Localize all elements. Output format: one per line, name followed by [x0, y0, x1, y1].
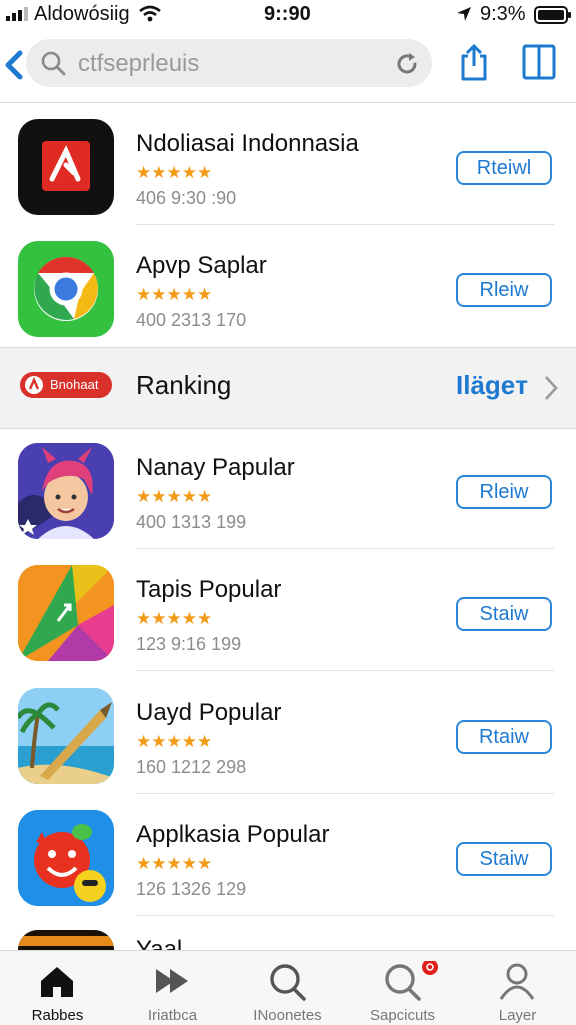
section-title: Ranking	[136, 370, 232, 400]
app-meta: 123 9:16 199	[136, 634, 242, 654]
tab-home[interactable]: Rabbes	[0, 951, 115, 1025]
clock-time: 9::90	[264, 3, 311, 25]
carrier-name: Aldowósiig	[34, 3, 130, 25]
book-icon[interactable]	[522, 44, 556, 80]
search-icon	[270, 964, 306, 1001]
rating-stars: ★★★★★	[136, 487, 213, 506]
avatar-app-icon[interactable]	[18, 443, 114, 539]
tab-updates[interactable]: Sapcicuts	[345, 951, 460, 1025]
app-meta: 400 2313 170	[136, 310, 247, 330]
pdf-app-icon[interactable]	[18, 119, 114, 215]
search-input[interactable]: ctfseprleuis	[78, 50, 199, 78]
get-button[interactable]: Rleiw	[456, 475, 552, 509]
tab-label: INoonetes	[253, 1007, 322, 1024]
search-badge-icon	[385, 961, 438, 1001]
battery-percent: 9:3%	[480, 3, 526, 25]
tab-bar: Rabbes Iriatbca INoonetes Sapcicuts Laye…	[0, 950, 576, 1025]
tab-search[interactable]: INoonetes	[230, 951, 345, 1025]
rating-stars: ★★★★★	[136, 285, 213, 304]
back-chevron-icon[interactable]	[4, 50, 24, 80]
wifi-icon	[139, 5, 161, 22]
ranking-badge: Bnohaat	[20, 372, 112, 398]
search-field[interactable]: ctfseprleuis	[26, 39, 432, 87]
app-row[interactable]: Uayd Popular ★★★★★ 160 1212 298 Rtaiw	[0, 672, 576, 794]
app-row[interactable]: Applkasia Popular ★★★★★ 126 1326 129 Sta…	[0, 794, 576, 916]
app-name: Apvp Saplar	[136, 252, 267, 279]
app-row-partial[interactable]: Yaal	[0, 916, 576, 950]
app-name: Applkasia Popular	[136, 821, 330, 848]
tab-label: Sapcicuts	[369, 1007, 436, 1024]
get-button[interactable]: Rtaiw	[456, 720, 552, 754]
chevron-right-icon	[545, 376, 558, 400]
chrome-app-icon[interactable]	[18, 241, 114, 337]
app-name: Ndoliasai Indonnasia	[136, 130, 359, 157]
app-meta: 126 1326 129	[136, 879, 247, 899]
location-arrow-icon	[457, 7, 471, 21]
reload-icon[interactable]	[394, 51, 420, 77]
emoji-app-icon[interactable]	[18, 810, 114, 906]
person-icon	[499, 963, 535, 1000]
status-bar: Aldowósiig 9::90 9:3%	[0, 0, 576, 30]
get-button[interactable]: Staiw	[456, 597, 552, 631]
app-name: Nanay Papular	[136, 454, 295, 481]
triangle-app-icon[interactable]	[18, 565, 114, 661]
badge-logo-icon	[25, 376, 43, 394]
share-icon[interactable]	[458, 44, 490, 82]
play-icon	[156, 969, 188, 993]
get-button[interactable]: Rleiw	[456, 273, 552, 307]
get-button[interactable]: Staiw	[456, 842, 552, 876]
tab-label: Rabbes	[31, 1007, 84, 1024]
app-meta: 400 1313 199	[136, 512, 247, 532]
ranking-section-header[interactable]: Bnohaat Ranking Ilägeт	[0, 347, 576, 429]
tab-label: Iriatbca	[147, 1007, 198, 1024]
app-row[interactable]: Nanay Papular ★★★★★ 400 1313 199 Rleiw	[0, 427, 576, 549]
partial-app-icon[interactable]	[18, 930, 114, 950]
tab-label: Layer	[498, 1007, 537, 1024]
rating-stars: ★★★★★	[136, 163, 213, 182]
app-name: Tapis Popular	[136, 576, 282, 603]
badge-text: Bnohaat	[50, 377, 99, 392]
tab-account[interactable]: Layer	[460, 951, 575, 1025]
beach-app-icon[interactable]	[18, 688, 114, 784]
app-meta: 406 9:30 :90	[136, 188, 237, 208]
app-name: Uayd Popular	[136, 699, 282, 726]
home-icon	[41, 967, 73, 997]
rating-stars: ★★★★★	[136, 609, 213, 628]
rating-stars: ★★★★★	[136, 732, 213, 751]
signal-icon	[6, 7, 28, 21]
search-icon	[41, 51, 66, 76]
tab-play[interactable]: Iriatbca	[115, 951, 230, 1025]
row-divider	[136, 670, 554, 671]
rating-stars: ★★★★★	[136, 854, 213, 873]
app-row[interactable]: Apvp Saplar ★★★★★ 400 2313 170 Rleiw	[0, 225, 576, 347]
app-name: Yaal	[136, 936, 183, 950]
app-meta: 160 1212 298	[136, 757, 247, 777]
navigation-bar: ctfseprleuis	[0, 30, 576, 103]
app-row[interactable]: Ndoliasai Indonnasia ★★★★★ 406 9:30 :90 …	[0, 103, 576, 225]
battery-icon	[534, 6, 571, 24]
see-all-link[interactable]: Ilägeт	[456, 370, 528, 401]
get-button[interactable]: Rteiwl	[456, 151, 552, 185]
app-row[interactable]: Tapis Popular ★★★★★ 123 9:16 199 Staiw	[0, 549, 576, 671]
